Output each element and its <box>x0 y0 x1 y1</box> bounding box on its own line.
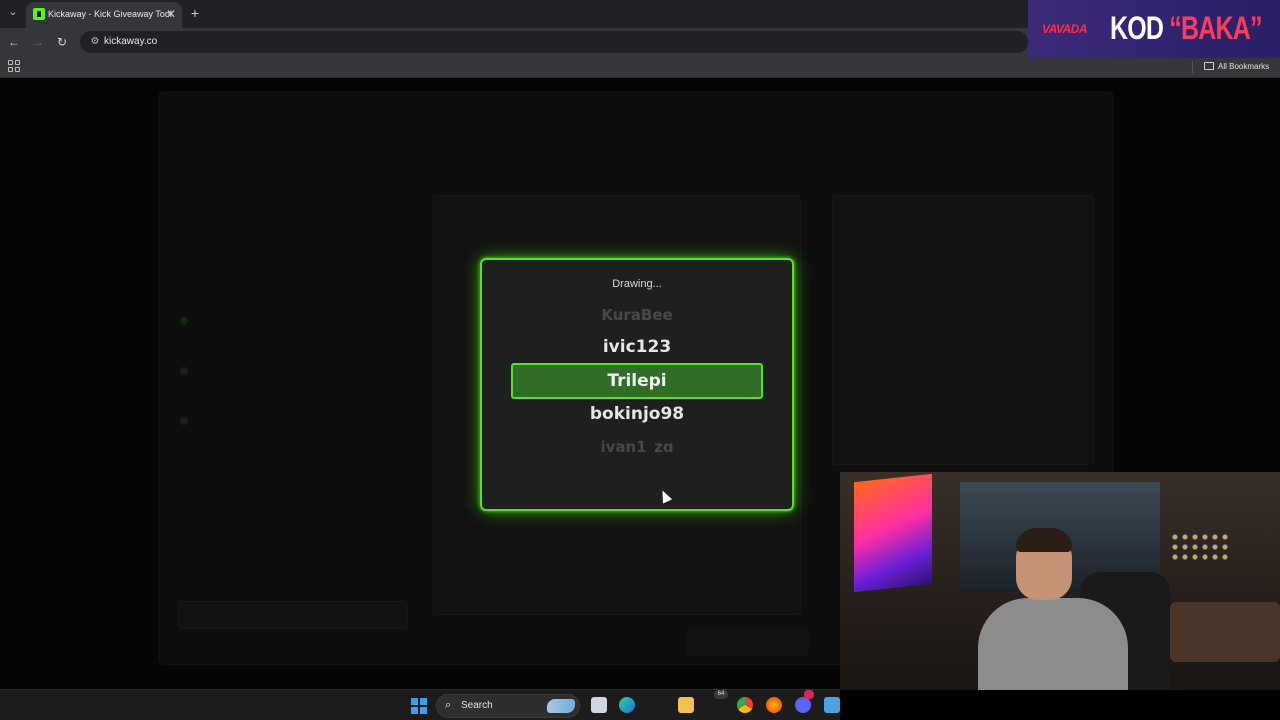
task-view-icon[interactable] <box>591 697 607 713</box>
bookmarks-bar: All Bookmarks <box>0 56 1280 78</box>
taskbar-search[interactable]: ⌕ Search <box>436 694 580 718</box>
reel-name-selected: Trilepi <box>607 371 667 391</box>
promo-code-open-quote: “ <box>1169 10 1181 46</box>
backdrop-dot <box>180 417 188 425</box>
back-arrow-icon[interactable]: ← <box>6 34 22 50</box>
promo-code-label: KOD <box>1110 10 1164 46</box>
chrome-icon[interactable] <box>737 697 753 713</box>
promo-brand: VAVADA <box>1042 22 1088 36</box>
kick-favicon-icon <box>33 8 45 20</box>
address-bar[interactable]: ⚙ kickaway.co <box>80 31 1028 53</box>
backdrop-dot <box>180 367 188 375</box>
promo-banner: VAVADA KOD “BAKA” <box>1028 0 1280 58</box>
edge-browser-icon[interactable] <box>619 697 635 713</box>
webcam-city-lights <box>1170 532 1230 562</box>
winners-panel-backdrop <box>832 195 1094 465</box>
new-tab-icon[interactable]: + <box>188 5 202 21</box>
webcam-streamer-body <box>978 598 1128 690</box>
drawing-status: Drawing... <box>612 278 662 290</box>
reel-name-below: bokinjo98 <box>589 404 685 424</box>
search-highlight-icon <box>547 699 575 713</box>
promo-code-value: BAKA <box>1180 10 1251 46</box>
backdrop-button <box>178 601 408 629</box>
firefox-icon[interactable] <box>766 697 782 713</box>
bookmarks-divider <box>1192 61 1193 73</box>
url-text[interactable]: kickaway.co <box>104 36 157 47</box>
notification-badge: 64 <box>714 690 728 699</box>
tab-title: Kickaway - Kick Giveaway Tool <box>48 9 172 19</box>
taskbar-search-label: Search <box>461 700 493 711</box>
notepad-icon[interactable] <box>824 697 840 713</box>
webcam-streamer <box>978 528 1128 690</box>
tab-close-icon[interactable]: ✕ <box>164 7 178 21</box>
windows-start-icon[interactable] <box>411 698 427 714</box>
browser-tab[interactable]: Kickaway - Kick Giveaway Tool ✕ <box>26 2 182 28</box>
discord-icon[interactable] <box>795 697 811 713</box>
all-bookmarks-label: All Bookmarks <box>1218 62 1270 71</box>
reload-icon[interactable]: ↻ <box>54 34 70 50</box>
search-icon: ⌕ <box>445 699 452 711</box>
apps-grid-icon[interactable] <box>8 60 20 72</box>
reel-name-faded-top: KuraBee <box>601 306 673 322</box>
webcam-sofa <box>1170 602 1280 662</box>
forward-arrow-icon[interactable]: → <box>30 34 46 50</box>
file-explorer-icon[interactable] <box>678 697 694 713</box>
promo-code-close-quote: ” <box>1249 10 1262 46</box>
site-settings-icon[interactable]: ⚙ <box>88 35 102 49</box>
folder-icon <box>1204 62 1214 70</box>
reel-name-above: ivic123 <box>602 337 672 357</box>
reel-selection-highlight: Trilepi <box>511 363 763 399</box>
windows-taskbar: ⌕ Search 64 <box>0 689 840 720</box>
discord-badge <box>804 690 814 699</box>
start-button-backdrop <box>685 629 809 657</box>
all-bookmarks-button[interactable]: All Bookmarks <box>1204 60 1269 74</box>
tab-list-chevron-icon[interactable]: ⌄ <box>4 4 22 22</box>
webcam-overlay <box>840 472 1280 690</box>
backdrop-dot <box>180 317 188 325</box>
drawing-modal: Drawing... KuraBee ivic123 Trilepi bokin… <box>480 258 794 511</box>
webcam-tv <box>854 473 932 593</box>
promo-code: KOD “BAKA” <box>1110 10 1262 47</box>
reel-name-faded-bottom: ivan1_zg <box>600 438 674 452</box>
webcam-streamer-hair <box>1016 528 1072 552</box>
